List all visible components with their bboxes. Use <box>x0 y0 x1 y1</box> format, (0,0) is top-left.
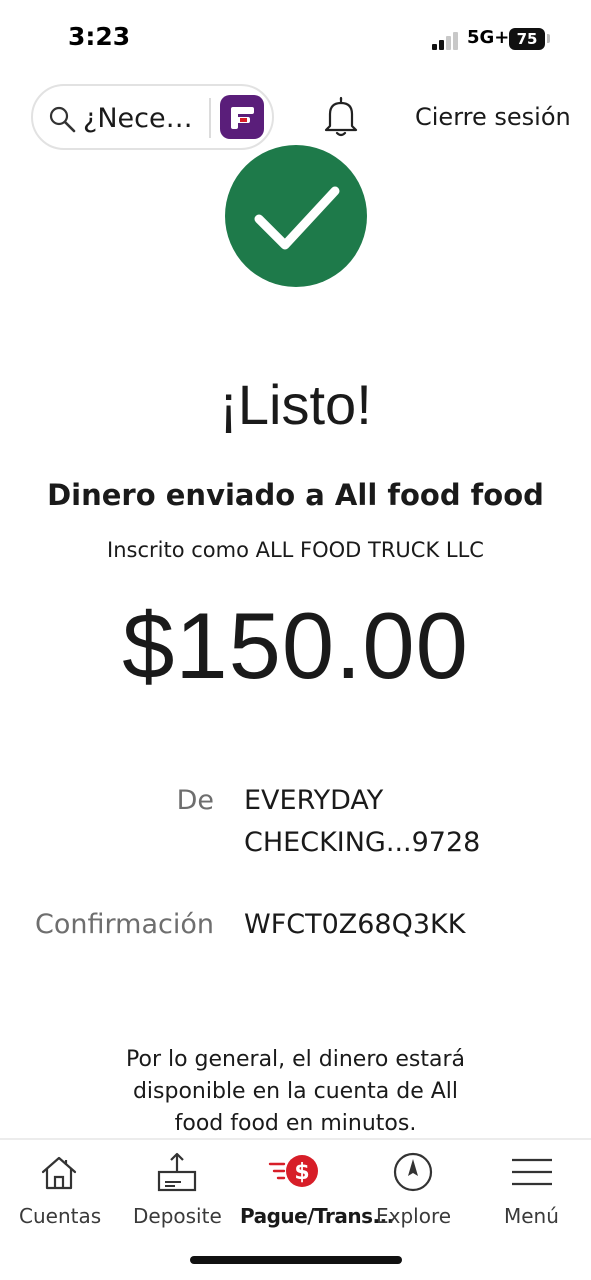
availability-note: Por lo general, el dinero estará disponi… <box>126 1047 465 1136</box>
nav-label: Explore <box>376 1204 452 1228</box>
amount-sent: $150.00 <box>122 593 469 698</box>
bell-icon[interactable] <box>322 96 360 138</box>
page-title: ¡Listo! <box>219 373 372 436</box>
nav-explore[interactable]: Explore <box>356 1140 474 1240</box>
battery-icon: 75 <box>509 28 545 50</box>
fargo-assistant-icon[interactable] <box>220 95 264 139</box>
nav-deposite[interactable]: Deposite <box>118 1140 236 1240</box>
signout-link[interactable]: Cierre sesión <box>415 103 571 131</box>
menu-icon <box>512 1158 552 1186</box>
from-label: De <box>176 785 214 816</box>
battery-tip <box>547 34 550 43</box>
enrolled-as-text: Inscrito como ALL FOOD TRUCK LLC <box>107 538 484 562</box>
home-icon <box>41 1156 77 1190</box>
search-input[interactable]: ¿Nece… <box>83 103 193 134</box>
compass-icon <box>393 1152 433 1192</box>
success-check-icon <box>225 145 367 287</box>
home-indicator[interactable] <box>190 1256 402 1264</box>
nav-pague-transfiera[interactable]: $ Pague/Trans... <box>236 1140 394 1240</box>
search-icon <box>49 106 76 133</box>
svg-text:$: $ <box>294 1160 309 1185</box>
nav-menu[interactable]: Menú <box>474 1140 591 1240</box>
deposit-icon <box>157 1152 197 1192</box>
search-bar[interactable]: ¿Nece… <box>31 84 274 150</box>
pay-transfer-icon: $ <box>268 1155 318 1187</box>
nav-label: Deposite <box>133 1204 222 1228</box>
from-account-value: EVERYDAY CHECKING...9728 <box>244 785 481 858</box>
status-bar: 3:23 5G+ 75 <box>0 0 591 80</box>
nav-label: Cuentas <box>19 1204 102 1228</box>
status-time: 3:23 <box>68 22 131 51</box>
divider <box>209 98 211 138</box>
nav-label: Menú <box>504 1204 559 1228</box>
confirmation-number: WFCT0Z68Q3KK <box>244 909 466 940</box>
signal-strength-icon <box>432 30 464 50</box>
recipient-heading: Dinero enviado a All food food <box>47 478 544 512</box>
confirmation-label: Confirmación <box>35 909 214 940</box>
network-type: 5G+ <box>467 27 510 48</box>
nav-cuentas[interactable]: Cuentas <box>0 1140 118 1240</box>
